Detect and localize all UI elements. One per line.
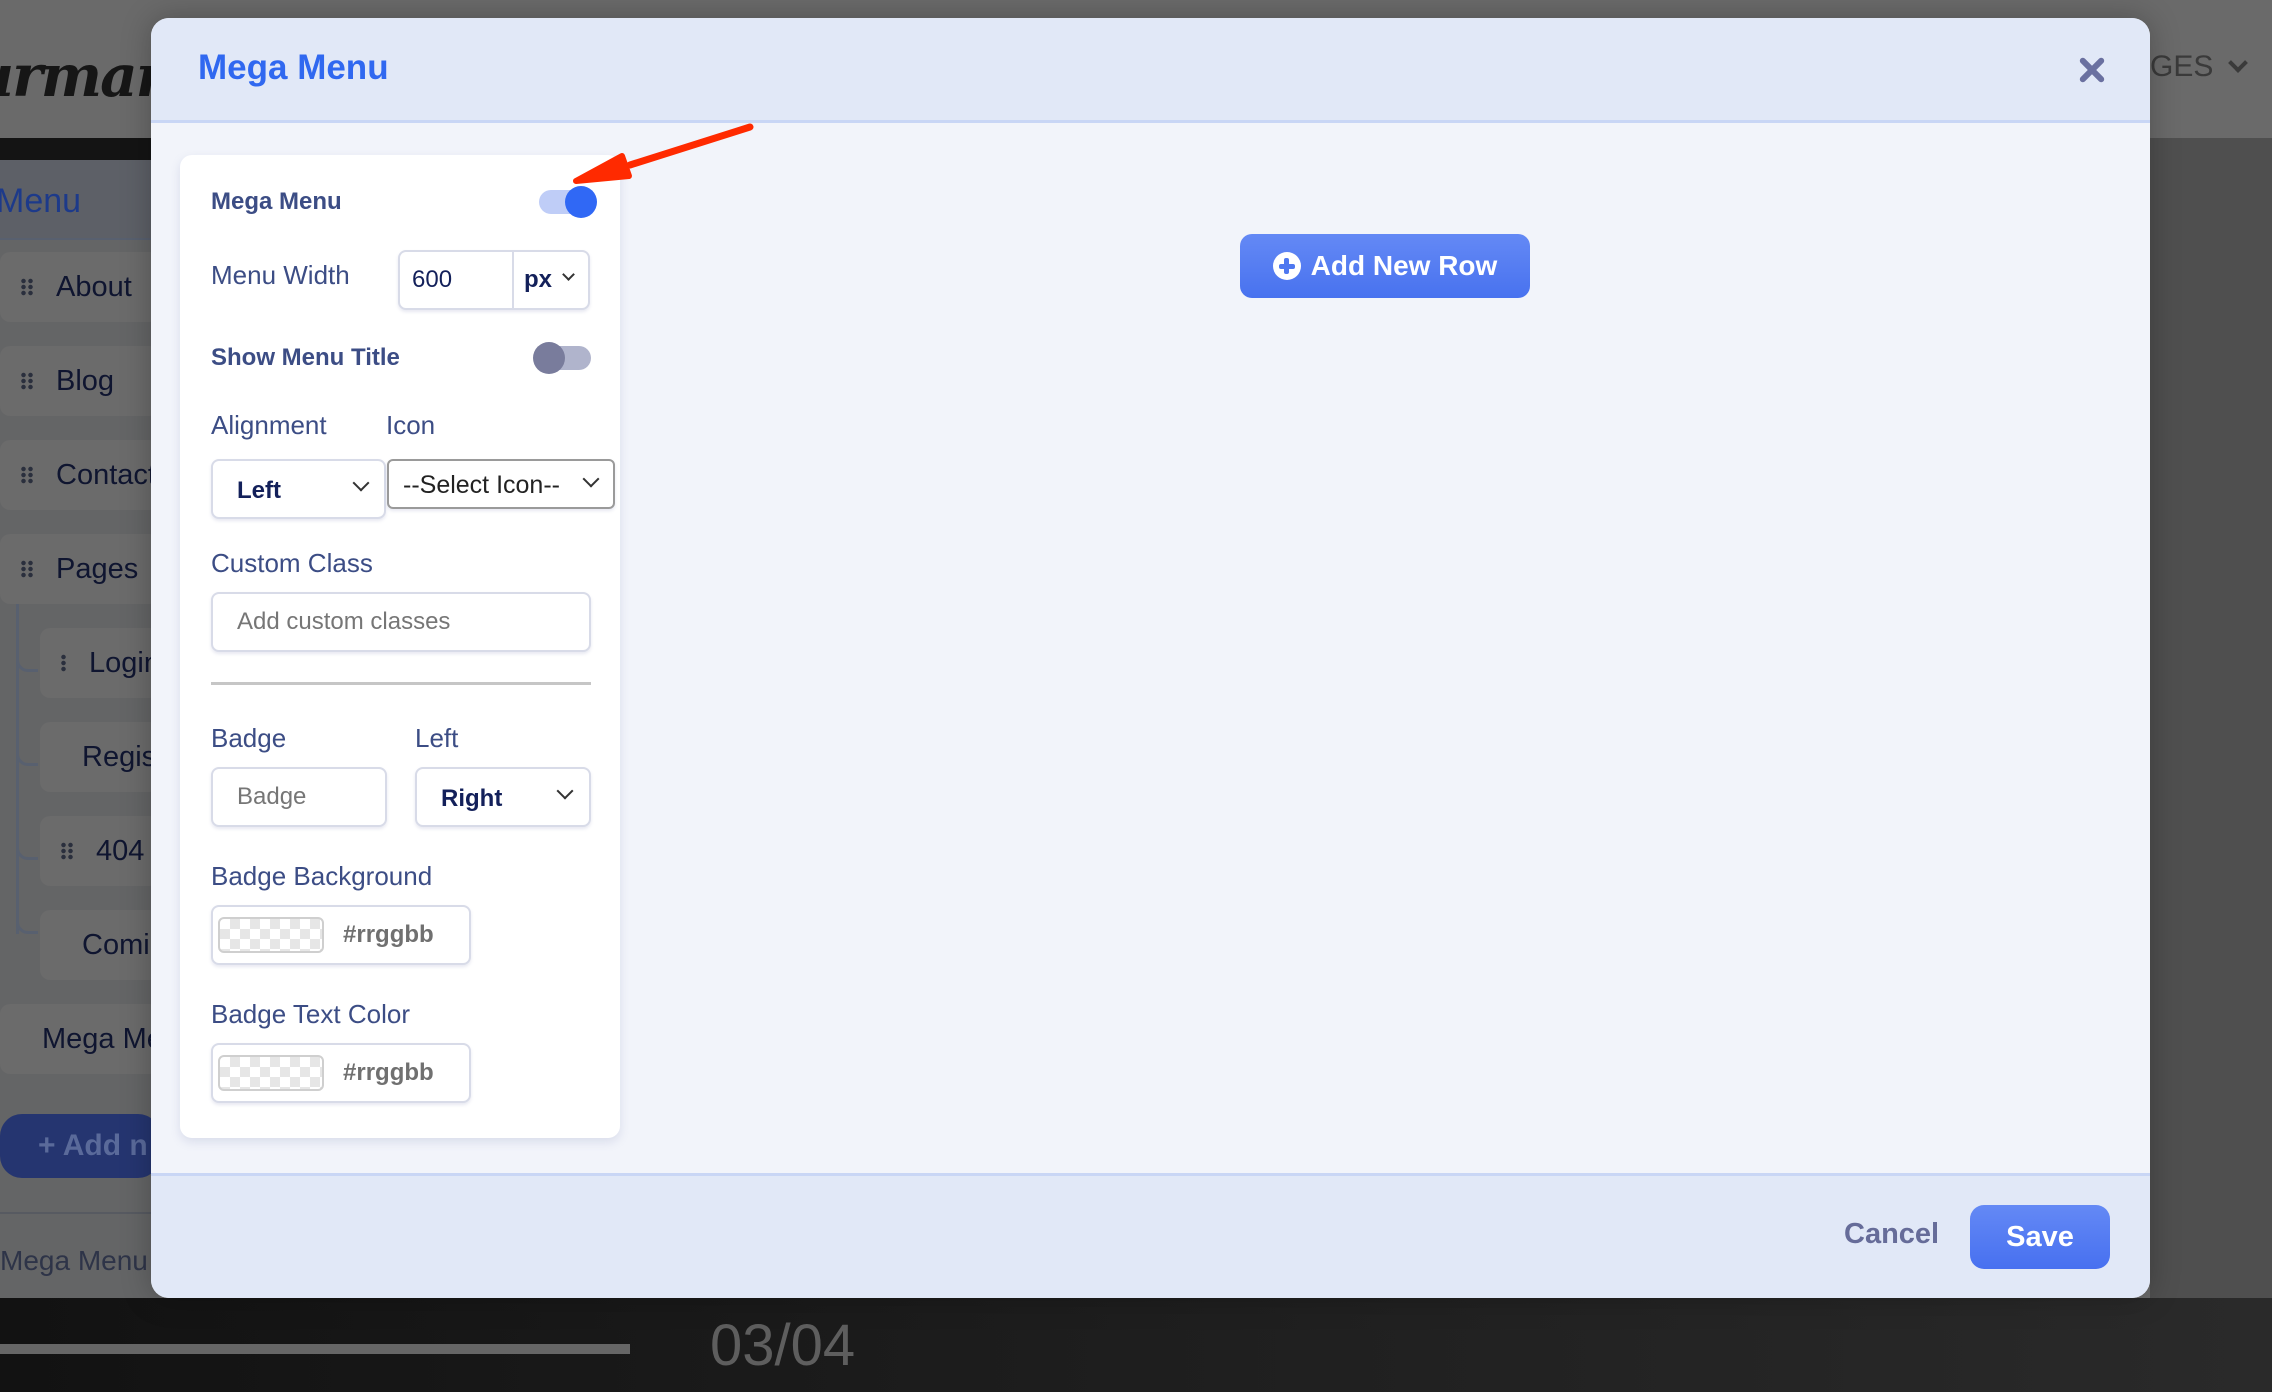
menu-width-unit-select[interactable]: px <box>514 252 588 308</box>
menu-item[interactable]: Contact <box>0 440 160 510</box>
menu-width-group: px <box>398 250 590 310</box>
badge-field <box>211 767 387 827</box>
slide-progress-fill <box>0 1344 630 1354</box>
background-footer-label: Mega Menu <box>0 1245 148 1276</box>
custom-class-field <box>211 592 591 652</box>
nav-item-label: GES <box>2150 50 2214 83</box>
badge-position-select[interactable]: Right <box>415 767 591 827</box>
badge-label: Badge <box>211 723 287 753</box>
chevron-down-icon <box>352 474 370 492</box>
nav-item-pages[interactable]: GES <box>2150 50 2249 84</box>
menu-width-input[interactable] <box>412 266 502 294</box>
badge-text-color-hex[interactable]: #rrggbb <box>343 1059 434 1087</box>
menu-sidebar: Menu About Blog Contact Pages Login Regi… <box>0 160 160 1298</box>
menu-item-label: Login <box>89 646 160 679</box>
badge-background-color-picker[interactable]: #rrggbb <box>211 905 471 965</box>
menu-item-label: Pages <box>56 552 139 585</box>
custom-class-label: Custom Class <box>211 548 373 578</box>
mega-menu-toggle[interactable] <box>539 186 597 218</box>
add-menu-item-button[interactable]: + Add n <box>0 1114 160 1178</box>
menu-item-label: Contact <box>56 458 156 491</box>
tree-branch <box>16 838 38 860</box>
badge-text-color-label: Badge Text Color <box>211 999 410 1029</box>
add-new-row-button[interactable]: Add New Row <box>1240 234 1530 298</box>
menu-heading: Menu <box>0 160 160 240</box>
modal-footer: Cancel Save <box>151 1173 2150 1298</box>
menu-item[interactable]: Blog <box>0 346 160 416</box>
toggle-knob <box>565 186 597 218</box>
toggle-knob <box>533 342 565 374</box>
badge-input[interactable] <box>237 783 377 811</box>
menu-item[interactable]: About <box>0 252 160 322</box>
mega-menu-modal: Mega Menu Mega Menu Menu Width px Show M… <box>151 18 2150 1298</box>
close-icon[interactable] <box>2074 52 2110 88</box>
modal-title: Mega Menu <box>198 48 389 87</box>
tree-branch <box>16 912 38 934</box>
badge-position-label: Left <box>415 723 459 753</box>
chevron-down-icon <box>556 782 574 800</box>
menu-item-label: 404 <box>96 834 145 867</box>
menu-item-label: Blog <box>56 364 115 397</box>
slide-counter: 03/04 <box>710 1313 856 1378</box>
chevron-down-icon <box>582 470 600 488</box>
drag-handle-icon[interactable] <box>20 466 34 484</box>
menu-item-label: Coming Soon <box>82 928 160 961</box>
badge-background-hex[interactable]: #rrggbb <box>343 921 434 949</box>
alignment-label: Alignment <box>211 410 327 440</box>
mega-menu-label: Mega Menu <box>211 188 342 215</box>
alignment-select[interactable]: Left <box>211 459 386 519</box>
plus-circle-icon <box>1272 252 1301 280</box>
menu-subitem[interactable]: Register <box>40 722 160 792</box>
drag-handle-icon[interactable] <box>60 842 74 860</box>
chevron-down-icon <box>2228 53 2249 73</box>
modal-header: Mega Menu <box>151 18 2150 123</box>
show-menu-title-toggle[interactable] <box>533 342 591 374</box>
menu-item[interactable]: Mega Menu <box>0 1004 160 1074</box>
drag-handle-icon[interactable] <box>20 560 34 578</box>
menu-width-label: Menu Width <box>211 260 350 290</box>
menu-subitem[interactable]: 404 <box>40 816 160 886</box>
custom-class-input[interactable] <box>237 608 577 636</box>
badge-background-label: Badge Background <box>211 861 433 891</box>
drag-handle-icon[interactable] <box>60 654 68 672</box>
menu-subitem[interactable]: Coming Soon <box>40 910 160 980</box>
add-new-row-label: Add New Row <box>1310 250 1498 281</box>
menu-item-label: About <box>56 270 132 303</box>
icon-label: Icon <box>386 410 436 440</box>
unit-select-value: px <box>524 266 553 293</box>
tree-branch <box>16 650 38 672</box>
badge-position-select-value: Right <box>441 785 503 812</box>
drag-handle-icon[interactable] <box>20 278 34 296</box>
icon-select[interactable]: --Select Icon-- <box>387 459 615 509</box>
icon-select-value: --Select Icon-- <box>403 471 560 499</box>
menu-subitem[interactable]: Login <box>40 628 160 698</box>
drag-handle-icon[interactable] <box>20 372 34 390</box>
save-button[interactable]: Save <box>1970 1205 2110 1269</box>
section-divider <box>211 682 591 685</box>
background-right-panel <box>2150 138 2272 1298</box>
menu-item[interactable]: Pages <box>0 534 160 604</box>
menu-item-label: Mega Menu <box>42 1022 160 1055</box>
menu-item-label: Register <box>82 740 160 773</box>
badge-text-color-picker[interactable]: #rrggbb <box>211 1043 471 1103</box>
alignment-select-value: Left <box>237 477 281 504</box>
color-swatch[interactable] <box>218 1055 324 1091</box>
background-strip <box>0 138 160 160</box>
menu-heading-text: Menu <box>0 182 82 220</box>
slide-progress-bar <box>0 1344 630 1354</box>
settings-panel: Mega Menu Menu Width px Show Menu Title … <box>180 155 620 1138</box>
divider <box>0 1212 160 1214</box>
color-swatch[interactable] <box>218 917 324 953</box>
show-menu-title-label: Show Menu Title <box>211 344 400 371</box>
tree-branch <box>16 744 38 766</box>
site-logo: urman <box>0 42 178 110</box>
chevron-down-icon <box>562 268 575 281</box>
cancel-button[interactable]: Cancel <box>1844 1218 1939 1251</box>
